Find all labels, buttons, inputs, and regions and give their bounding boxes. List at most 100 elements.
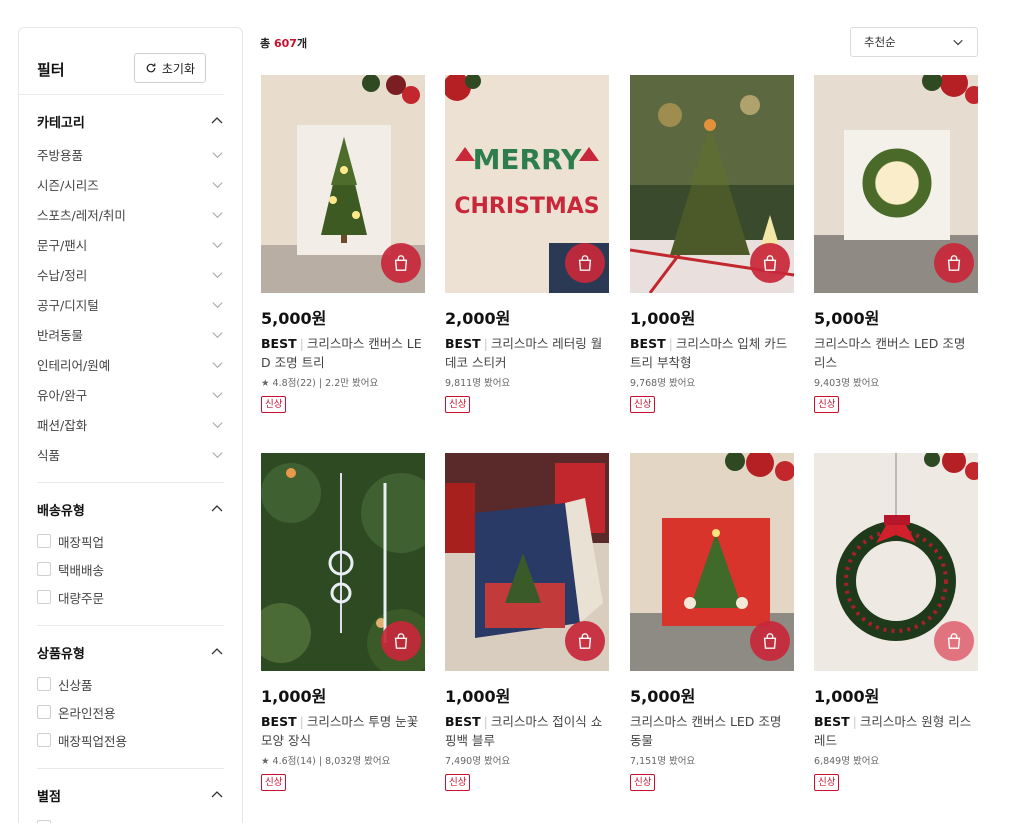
product-card[interactable]: 5,000원 크리스마스 캔버스 LED 조명 리스 9,403명 봤어요 신상 <box>814 75 978 413</box>
delivery-option[interactable]: 매장픽업 <box>37 527 224 555</box>
count-value: 607 <box>273 37 297 50</box>
best-label: BEST <box>445 336 481 351</box>
product-card[interactable]: MERRY CHRISTMAS 2,000원 BEST | 크리스마스 레터링 월데코… <box>445 75 609 413</box>
add-to-cart-button[interactable] <box>565 621 605 661</box>
checkbox[interactable] <box>37 733 51 747</box>
category-item[interactable]: 인테리어/원예 <box>37 349 224 379</box>
product-name[interactable]: BEST | 크리스마스 투명 눈꽃 모양 장식 <box>261 712 425 750</box>
new-badge: 신상 <box>445 396 471 413</box>
category-item[interactable]: 유아/완구 <box>37 379 224 409</box>
category-label: 수납/정리 <box>37 267 88 283</box>
refresh-icon <box>146 63 156 73</box>
product-name[interactable]: 크리스마스 캔버스 LED 조명 리스 <box>814 334 978 372</box>
shopping-bag-icon <box>947 633 961 649</box>
add-to-cart-button[interactable] <box>934 621 974 661</box>
checkbox[interactable] <box>37 677 51 691</box>
product-image[interactable] <box>261 75 425 293</box>
product-image[interactable] <box>261 453 425 671</box>
category-item[interactable]: 스포츠/레저/취미 <box>37 199 224 229</box>
category-item[interactable]: 반려동물 <box>37 319 224 349</box>
checkbox[interactable] <box>37 534 51 548</box>
product-name[interactable]: BEST | 크리스마스 레터링 월데코 스티커 <box>445 334 609 372</box>
category-item[interactable]: 시즌/시리즈 <box>37 169 224 199</box>
checkbox[interactable] <box>37 590 51 604</box>
product-type-list: 신상품온라인전용매장픽업전용 <box>37 670 224 768</box>
product-image[interactable] <box>445 453 609 671</box>
checkbox[interactable] <box>37 705 51 719</box>
category-item[interactable]: 문구/팬시 <box>37 229 224 259</box>
product-card[interactable]: 1,000원 BEST | 크리스마스 접이식 쇼핑백 블루 7,490명 봤어요 신상 <box>445 453 609 791</box>
chevron-down-icon <box>212 391 223 398</box>
delivery-option[interactable]: 택배배송 <box>37 555 224 583</box>
product-type-label: 온라인전용 <box>58 705 116 721</box>
add-to-cart-button[interactable] <box>750 621 790 661</box>
category-item[interactable]: 수납/정리 <box>37 259 224 289</box>
add-to-cart-button[interactable] <box>750 243 790 283</box>
rating-option[interactable] <box>37 813 224 823</box>
category-label: 스포츠/레저/취미 <box>37 207 126 223</box>
category-item[interactable]: 식품 <box>37 439 224 469</box>
product-meta: ★ 4.6점(14) | 8,032명 봤어요 <box>261 756 391 767</box>
category-label: 반려동물 <box>37 327 84 343</box>
product-meta: 9,768명 봤어요 <box>630 378 696 389</box>
new-badge: 신상 <box>814 774 840 791</box>
chevron-down-icon <box>212 271 223 278</box>
add-to-cart-button[interactable] <box>381 243 421 283</box>
product-card[interactable]: 5,000원 크리스마스 캔버스 LED 조명 동물 7,151명 봤어요 신상 <box>630 453 794 791</box>
product-title: 크리스마스 캔버스 LED 조명 동물 <box>630 714 782 748</box>
chevron-down-icon <box>212 361 223 368</box>
reset-label: 초기화 <box>161 61 195 76</box>
count-suffix: 개 <box>296 37 308 50</box>
delivery-option[interactable]: 대량주문 <box>37 583 224 611</box>
product-type-option[interactable]: 신상품 <box>37 670 224 698</box>
result-count: 총 607개 <box>260 35 307 51</box>
chevron-down-icon <box>953 39 963 46</box>
chevron-up-icon <box>211 648 223 655</box>
category-label: 주방용품 <box>37 147 84 163</box>
category-item[interactable]: 주방용품 <box>37 139 224 169</box>
add-to-cart-button[interactable] <box>381 621 421 661</box>
product-image[interactable] <box>814 75 978 293</box>
add-to-cart-button[interactable] <box>934 243 974 283</box>
chevron-down-icon <box>212 211 223 218</box>
delivery-label: 대량주문 <box>58 590 105 606</box>
product-type-option[interactable]: 매장픽업전용 <box>37 726 224 754</box>
best-label: BEST <box>630 336 666 351</box>
separator: | <box>299 714 304 729</box>
chevron-down-icon <box>212 451 223 458</box>
product-type-option[interactable]: 온라인전용 <box>37 698 224 726</box>
product-name[interactable]: BEST | 크리스마스 입체 카드 트리 부착형 <box>630 334 794 372</box>
product-name[interactable]: BEST | 크리스마스 원형 리스 레드 <box>814 712 978 750</box>
add-to-cart-button[interactable] <box>565 243 605 283</box>
product-name[interactable]: 크리스마스 캔버스 LED 조명 동물 <box>630 712 794 750</box>
product-name[interactable]: BEST | 크리스마스 접이식 쇼핑백 블루 <box>445 712 609 750</box>
product-price: 5,000원 <box>814 309 880 328</box>
product-type-label: 매장픽업전용 <box>58 733 128 749</box>
product-meta: 7,151명 봤어요 <box>630 756 696 767</box>
new-badge: 신상 <box>630 774 656 791</box>
delivery-label: 매장픽업 <box>58 534 105 550</box>
product-card[interactable]: 5,000원 BEST | 크리스마스 캔버스 LED 조명 트리 ★ 4.8점(22)… <box>261 75 425 413</box>
shopping-bag-icon <box>763 255 777 271</box>
checkbox[interactable] <box>37 562 51 576</box>
category-item[interactable]: 패션/잡화 <box>37 409 224 439</box>
product-title: 크리스마스 캔버스 LED 조명 리스 <box>814 336 966 370</box>
separator: | <box>483 336 488 351</box>
product-meta: 9,811명 봤어요 <box>445 378 511 389</box>
product-meta: 7,490명 봤어요 <box>445 756 511 767</box>
product-card[interactable]: 1,000원 BEST | 크리스마스 원형 리스 레드 6,849명 봤어요 신상 <box>814 453 978 791</box>
sort-select[interactable]: 추천순 <box>850 27 978 57</box>
product-image[interactable] <box>814 453 978 671</box>
delivery-title: 배송유형 <box>37 503 85 519</box>
product-price: 1,000원 <box>445 687 511 706</box>
product-card[interactable]: 1,000원 BEST | 크리스마스 투명 눈꽃 모양 장식 ★ 4.6점(14) |… <box>261 453 425 791</box>
delivery-list: 매장픽업택배배송대량주문 <box>37 527 224 625</box>
product-image[interactable] <box>630 75 794 293</box>
product-card[interactable]: 1,000원 BEST | 크리스마스 입체 카드 트리 부착형 9,768명 봤어요 신… <box>630 75 794 413</box>
category-item[interactable]: 공구/디지털 <box>37 289 224 319</box>
chevron-up-icon <box>211 791 223 798</box>
product-image[interactable] <box>630 453 794 671</box>
product-name[interactable]: BEST | 크리스마스 캔버스 LED 조명 트리 <box>261 334 425 372</box>
reset-button[interactable]: 초기화 <box>133 53 206 83</box>
product-image[interactable]: MERRY CHRISTMAS <box>445 75 609 293</box>
